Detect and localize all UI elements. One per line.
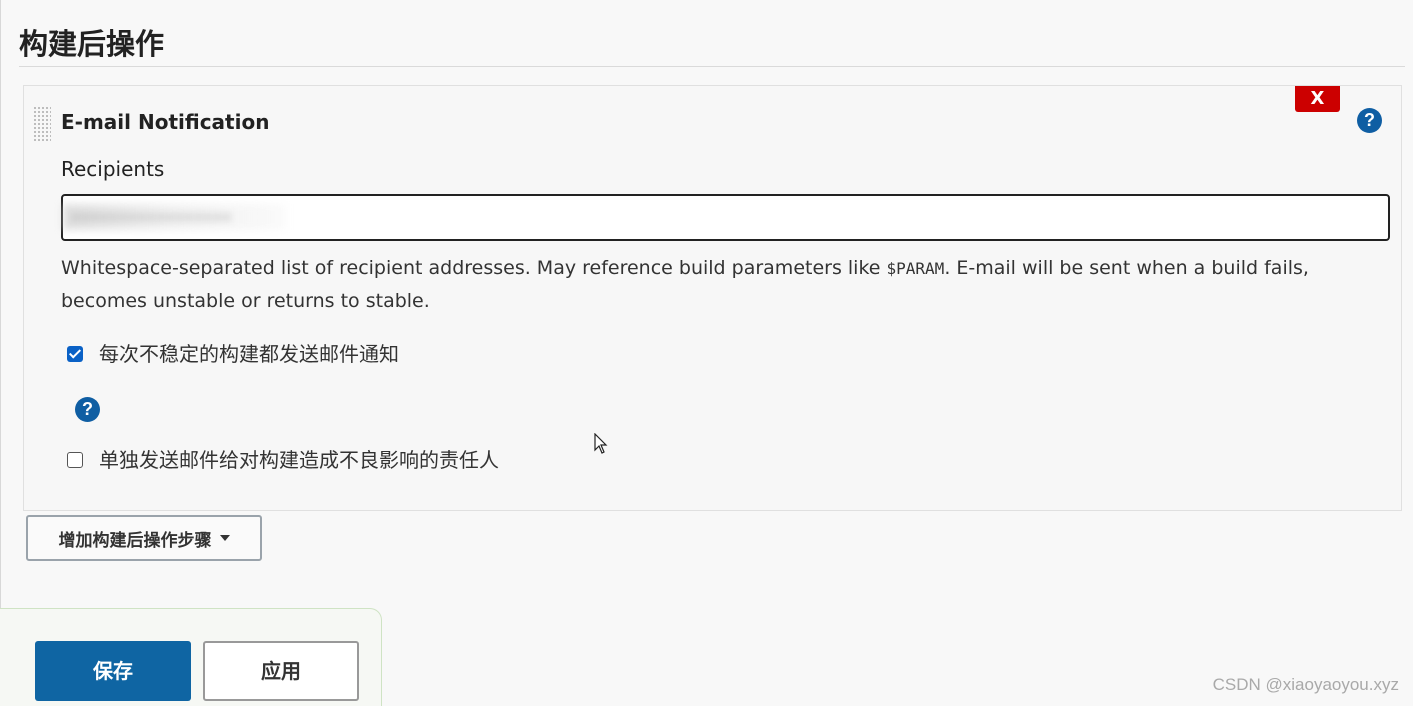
delete-step-button[interactable]: X <box>1295 86 1340 112</box>
section-divider <box>19 66 1405 67</box>
email-notification-title: E-mail Notification <box>61 110 270 134</box>
email-notification-card: E-mail Notification X ? Recipients •••••… <box>23 85 1402 511</box>
drag-handle-icon[interactable] <box>33 106 51 142</box>
add-post-build-step-button[interactable]: 增加构建后操作步骤 <box>26 515 262 561</box>
checkbox-checked[interactable] <box>67 346 83 362</box>
section-title: 构建后操作 <box>19 27 165 61</box>
recipients-value: ••••••••••••••••• <box>71 208 232 227</box>
save-button[interactable]: 保存 <box>35 641 191 701</box>
checkbox-unchecked[interactable] <box>67 452 83 468</box>
option-label: 每次不稳定的构建都发送邮件通知 <box>99 342 399 366</box>
recipients-input[interactable]: ••••••••••••••••• <box>61 194 1390 241</box>
watermark: CSDN @xiaoyaoyou.xyz <box>1212 675 1399 694</box>
help-text-param: $PARAM <box>886 259 945 278</box>
help-text-part-1: Whitespace-separated list of recipient a… <box>61 257 887 279</box>
recipients-help-text: Whitespace-separated list of recipient a… <box>61 252 1381 318</box>
help-question-icon[interactable]: ? <box>1357 108 1382 133</box>
help-question-icon[interactable]: ? <box>75 397 100 422</box>
option-label: 单独发送邮件给对构建造成不良影响的责任人 <box>99 448 499 472</box>
option-send-to-culprits[interactable]: 单独发送邮件给对构建造成不良影响的责任人 <box>67 445 499 475</box>
caret-down-icon <box>219 535 230 541</box>
recipients-label: Recipients <box>61 157 165 181</box>
post-build-actions-page: 构建后操作 E-mail Notification X ? Recipients… <box>0 0 1413 706</box>
add-step-label: 增加构建后操作步骤 <box>58 530 212 551</box>
option-unstable-builds[interactable]: 每次不稳定的构建都发送邮件通知 <box>67 339 399 369</box>
apply-button[interactable]: 应用 <box>203 641 359 701</box>
